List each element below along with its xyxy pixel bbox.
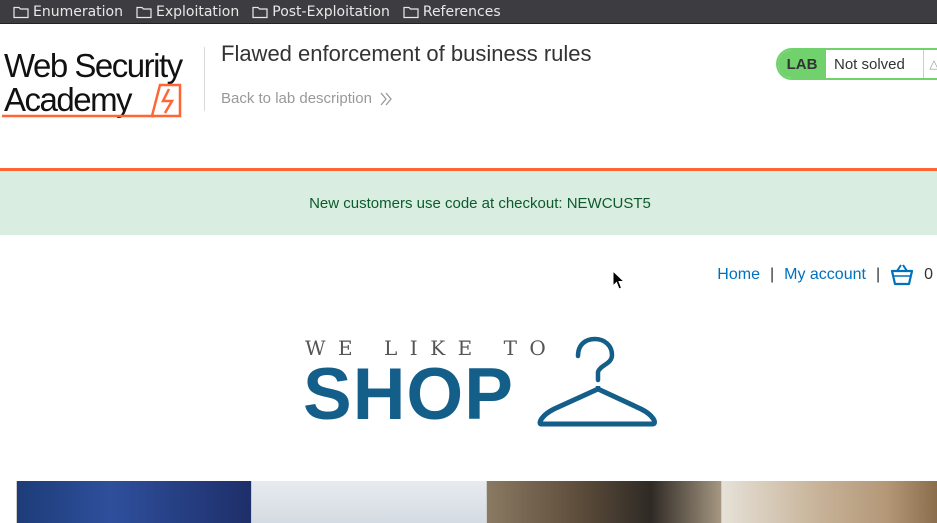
hanger-icon — [537, 336, 657, 427]
notification-banner: New customers use code at checkout: NEWC… — [0, 171, 937, 235]
bookmark-label: Enumeration — [33, 3, 123, 20]
folder-icon — [403, 6, 419, 18]
nav-separator: | — [769, 266, 775, 283]
banner-message: New customers use code at checkout: NEWC… — [309, 194, 651, 212]
lab-status-text: Not solved — [826, 50, 924, 78]
folder-icon — [136, 6, 152, 18]
flask-icon: △ — [924, 50, 937, 78]
back-link-label: Back to lab description — [221, 90, 372, 107]
my-account-link[interactable]: My account — [784, 266, 866, 284]
folder-icon — [13, 6, 29, 18]
mouse-cursor-icon — [612, 270, 625, 290]
lab-status-widget: LAB Not solved △ — [776, 48, 937, 80]
shop-nav: Home | My account | 0 — [717, 264, 933, 286]
bookmarks-bar: Enumeration Exploitation Post-Exploitati… — [0, 0, 937, 24]
cart-count: 0 — [924, 266, 933, 283]
product-image[interactable] — [16, 481, 251, 523]
bookmark-label: References — [422, 3, 501, 20]
bookmark-label: Exploitation — [156, 3, 240, 20]
product-image[interactable] — [251, 481, 486, 523]
academy-logo[interactable]: Web Security Academy — [2, 47, 202, 119]
svg-text:Web Security: Web Security — [4, 47, 184, 84]
home-link[interactable]: Home — [717, 266, 760, 284]
cart-icon — [890, 264, 914, 286]
double-chevron-right-icon — [380, 92, 392, 105]
product-grid — [16, 481, 937, 523]
product-image[interactable] — [721, 481, 937, 523]
shop-wordmark: SHOP — [303, 354, 514, 435]
lab-title: Flawed enforcement of business rules — [221, 41, 592, 66]
bookmark-label: Post-Exploitation — [272, 3, 390, 20]
bookmark-references[interactable]: References — [403, 4, 501, 20]
academy-header: Web Security Academy Flawed enforcement … — [0, 25, 937, 169]
svg-text:Academy: Academy — [4, 81, 133, 118]
bookmark-exploitation[interactable]: Exploitation — [136, 4, 239, 20]
lab-badge: LAB — [778, 50, 826, 78]
bookmark-post-exploitation[interactable]: Post-Exploitation — [252, 4, 390, 20]
folder-icon — [252, 6, 268, 18]
bookmark-enumeration[interactable]: Enumeration — [13, 4, 123, 20]
header-divider — [204, 47, 205, 111]
back-to-lab-description-link[interactable]: Back to lab description — [221, 90, 392, 107]
product-image[interactable] — [486, 481, 721, 523]
nav-separator: | — [875, 266, 881, 283]
cart-link[interactable]: 0 — [890, 264, 933, 286]
shop-logo: WE LIKE TO SHOP — [303, 336, 660, 435]
